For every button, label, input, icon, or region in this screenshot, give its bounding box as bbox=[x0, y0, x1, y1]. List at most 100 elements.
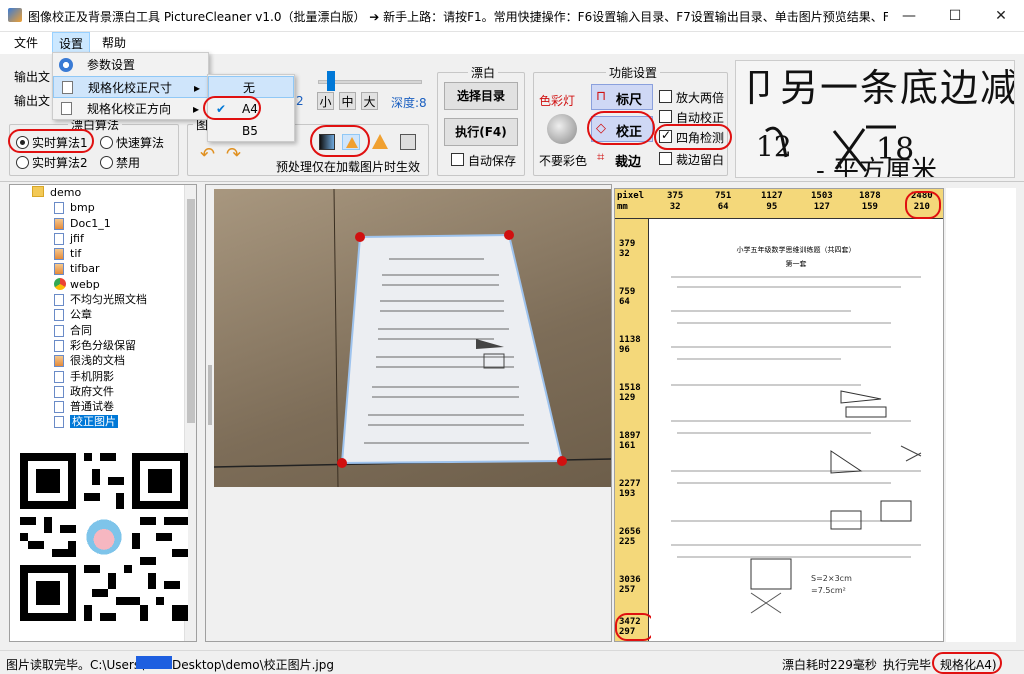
ruler-left-mark-1: 379 32 bbox=[619, 239, 636, 259]
radio-fast-label: 快速算法 bbox=[116, 136, 165, 150]
file-tree[interactable]: demo bmp Doc1_1 jfif tif tifbar webp 不均匀… bbox=[9, 184, 197, 642]
tree-item-tifbar[interactable]: tifbar bbox=[10, 261, 184, 276]
ink-circle-status-norm bbox=[932, 652, 1002, 674]
file-icon bbox=[54, 385, 64, 398]
menu-params[interactable]: 参数设置 bbox=[53, 54, 208, 76]
minimize-button[interactable]: — bbox=[886, 0, 932, 32]
window-title: 图像校正及背景漂白工具 PictureCleaner v1.0（批量漂白版） ➔… bbox=[28, 10, 888, 24]
ruler-unit-px: pixel bbox=[617, 191, 645, 201]
tree-item-gov-file[interactable]: 政府文件 bbox=[10, 384, 184, 399]
ink-circle-preprocess bbox=[310, 125, 370, 157]
result-right-blank bbox=[946, 188, 1016, 642]
tree-item-seal[interactable]: 公章 bbox=[10, 307, 184, 322]
tree-item-demo[interactable]: demo bbox=[10, 185, 184, 200]
autosave-label: 自动保存 bbox=[468, 154, 517, 168]
crop-button[interactable]: 裁边 bbox=[615, 151, 641, 170]
tree-item-exam[interactable]: 普通试卷 bbox=[10, 399, 184, 414]
ruler-left-mark-3: 1138 96 bbox=[619, 335, 641, 355]
menu-help[interactable]: 帮助 bbox=[96, 32, 132, 54]
tree-item-light-doc[interactable]: 很浅的文档 bbox=[10, 353, 184, 368]
tree-item-webp[interactable]: webp bbox=[10, 277, 184, 292]
autosave-checkbox[interactable] bbox=[451, 153, 464, 166]
tree-item-tif[interactable]: tif bbox=[10, 246, 184, 261]
status-message: 图片读取完毕。C:\Users\ bbox=[6, 658, 145, 672]
size-small-button[interactable]: 小 bbox=[317, 92, 334, 110]
size-b5[interactable]: B5 bbox=[208, 120, 294, 142]
radio-disabled[interactable] bbox=[100, 156, 113, 169]
depth-label: 深度:8 bbox=[391, 96, 427, 110]
crop-whitespace-checkbox[interactable] bbox=[659, 152, 672, 165]
file-icon bbox=[54, 401, 64, 414]
ink-circle-correct bbox=[587, 111, 655, 145]
menu-norm-size-label: 规格化校正尺寸 bbox=[88, 81, 173, 95]
image-file-icon bbox=[54, 263, 64, 276]
tree-item-bmp[interactable]: bmp bbox=[10, 200, 184, 215]
menu-norm-size[interactable]: 规格化校正尺寸 ▸ bbox=[53, 76, 208, 98]
rotate-left-icon[interactable]: ↶ bbox=[200, 144, 215, 165]
tree-item-label: bmp bbox=[70, 201, 95, 215]
result-image-panel[interactable]: pixel mm 375 32 751 64 1127 95 1503 127 1878 1… bbox=[614, 188, 944, 642]
output-dir-label-1: 输出文 bbox=[14, 70, 51, 84]
splitter-handle[interactable] bbox=[208, 365, 212, 425]
auto-correct-checkbox[interactable] bbox=[659, 110, 672, 123]
tree-item-contract[interactable]: 合同 bbox=[10, 323, 184, 338]
select-dir-button[interactable]: 选择目录 bbox=[444, 82, 518, 110]
enlarge-checkbox[interactable] bbox=[659, 90, 672, 103]
ruler-left-mark-4: 1518 129 bbox=[619, 383, 641, 403]
tree-item-doc1[interactable]: Doc1_1 bbox=[10, 216, 184, 231]
tree-item-color-level[interactable]: 彩色分级保留 bbox=[10, 338, 184, 353]
menu-file[interactable]: 文件 bbox=[8, 32, 44, 54]
menu-norm-orient-label: 规格化校正方向 bbox=[87, 102, 172, 116]
ruler-top-mark-3: 1127 95 bbox=[761, 191, 783, 212]
qr-code-image bbox=[20, 453, 188, 621]
size-medium-button[interactable]: 中 bbox=[339, 92, 356, 110]
file-icon bbox=[54, 202, 64, 215]
tree-item-label: 公章 bbox=[70, 308, 92, 322]
preprocess-note: 预处理仅在加载图片时生效 bbox=[276, 160, 421, 174]
execute-button[interactable]: 执行(F4) bbox=[444, 118, 518, 146]
no-color-label: 不要彩色 bbox=[539, 154, 588, 168]
tree-item-jfif[interactable]: jfif bbox=[10, 231, 184, 246]
maximize-button[interactable]: ☐ bbox=[932, 0, 978, 32]
tree-item-label: tifbar bbox=[70, 262, 100, 276]
tree-item-correct-image[interactable]: 校正图片 bbox=[10, 414, 184, 429]
left-ruler: 379 32 759 64 1138 96 1518 129 1897 161 2277 1… bbox=[615, 219, 649, 641]
tree-item-label: 合同 bbox=[70, 323, 92, 337]
ruler-top-mark-2: 751 64 bbox=[715, 191, 732, 212]
ruler-button[interactable]: ⊓ 标尺 bbox=[591, 84, 653, 110]
tree-item-label-selected: 校正图片 bbox=[70, 415, 118, 429]
menu-settings[interactable]: 设置 bbox=[52, 32, 91, 54]
image-file-icon bbox=[54, 355, 64, 368]
status-bar: 图片读取完毕。C:\Users\ Desktop\demo\校正图片.jpg 漂… bbox=[0, 650, 1024, 674]
depth-slider-thumb[interactable] bbox=[327, 71, 335, 91]
sharpen-icon[interactable] bbox=[372, 134, 388, 149]
size-large-button[interactable]: 大 bbox=[361, 92, 378, 110]
menu-norm-orient[interactable]: 规格化校正方向 ▸ bbox=[53, 98, 208, 120]
submenu-arrow-icon: ▸ bbox=[193, 102, 200, 116]
ruler-top-mark-1: 375 32 bbox=[667, 191, 684, 212]
doc-content-graphic: S=2×3cm =7.5cm² bbox=[671, 276, 922, 614]
source-image-panel[interactable] bbox=[205, 184, 612, 642]
radio-fast[interactable] bbox=[100, 136, 113, 149]
ink-circle-ruler-left bbox=[615, 613, 655, 641]
file-icon bbox=[54, 309, 64, 322]
size-none[interactable]: 无 bbox=[208, 76, 294, 98]
gear-icon bbox=[59, 58, 73, 72]
rotate-right-icon[interactable]: ↷ bbox=[226, 144, 241, 165]
radio-realtime-2-label: 实时算法2 bbox=[32, 156, 88, 170]
handwriting-preview-image: 卩另一条底边减 12 18 - 平方厘米 bbox=[740, 66, 1014, 177]
file-icon bbox=[54, 416, 64, 429]
tree-item-phone-shadow[interactable]: 手机阴影 bbox=[10, 369, 184, 384]
tree-item-label: 政府文件 bbox=[70, 384, 114, 398]
radio-realtime-2[interactable] bbox=[16, 156, 29, 169]
preview-thumbnail[interactable]: 卩另一条底边减 12 18 - 平方厘米 bbox=[735, 60, 1015, 178]
palette-icon[interactable] bbox=[400, 134, 416, 150]
ruler-button-label: 标尺 bbox=[616, 93, 643, 108]
ruler-icon: ⊓ bbox=[596, 89, 607, 104]
crop-icon[interactable]: ⌗ bbox=[597, 150, 604, 165]
close-button[interactable]: ✕ bbox=[978, 0, 1024, 32]
tree-scrollbar-thumb[interactable] bbox=[187, 199, 195, 423]
qr-code-graphic bbox=[20, 453, 188, 621]
tree-item-label: demo bbox=[50, 186, 82, 199]
tree-item-uneven[interactable]: 不均匀光照文档 bbox=[10, 292, 184, 307]
